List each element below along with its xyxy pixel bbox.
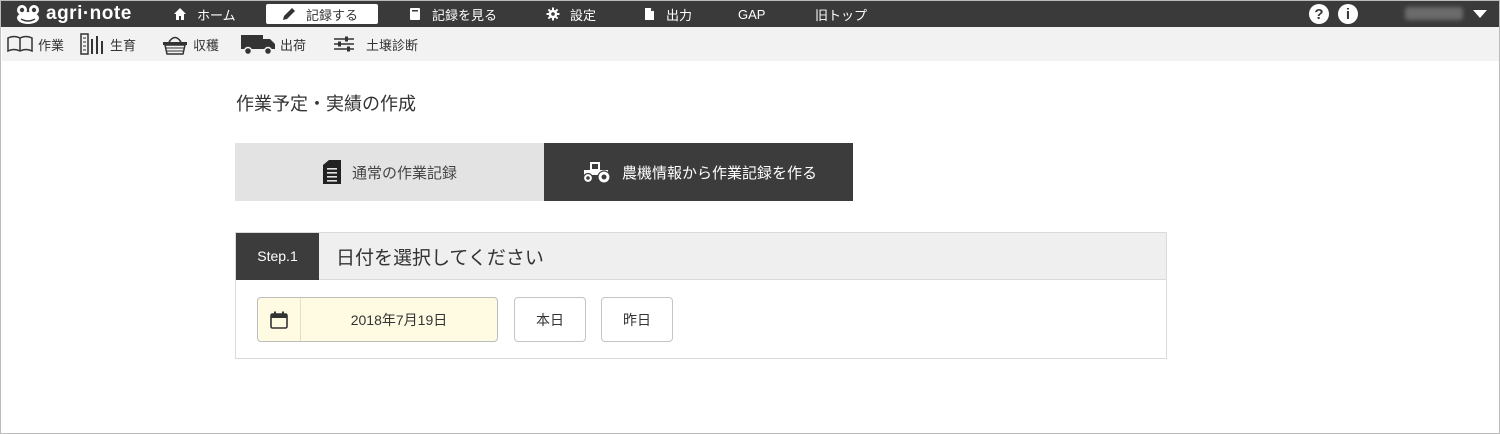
help-icon: ? <box>1309 4 1329 24</box>
page-title: 作業予定・実績の作成 <box>236 94 416 115</box>
top-nav-bar: agri·note ホーム 記録する 記録を見る 設定 出力 GAP 旧トップ … <box>1 1 1499 27</box>
nav-output[interactable]: 出力 <box>642 4 692 24</box>
nav-gap[interactable]: GAP <box>738 4 765 24</box>
tab-machine-record[interactable]: 農機情報から作業記録を作る <box>544 143 853 201</box>
step-1-panel: Step.1 日付を選択してください 2018年7月19日 本日 昨日 <box>235 232 1167 359</box>
user-menu-caret-icon[interactable] <box>1473 10 1487 18</box>
truck-icon <box>241 35 275 55</box>
today-button[interactable]: 本日 <box>514 297 586 342</box>
date-picker-field[interactable]: 2018年7月19日 <box>257 297 498 342</box>
subnav-growth[interactable]: 生育 <box>80 27 136 61</box>
step-title: 日付を選択してください <box>336 246 544 269</box>
record-type-tabs: 通常の作業記録 農機情報から作業記録を作る <box>235 143 853 201</box>
app-frame: agri·note ホーム 記録する 記録を見る 設定 出力 GAP 旧トップ … <box>0 0 1500 434</box>
help-button[interactable]: ? <box>1309 4 1329 24</box>
gear-icon <box>546 7 560 21</box>
sub-nav-bar: 作業 生育 収穫 出荷 土壌診断 <box>2 27 1499 61</box>
frog-logo-icon <box>17 5 39 24</box>
calendar-button[interactable] <box>258 298 301 341</box>
subnav-soil-label: 土壌診断 <box>366 38 419 54</box>
calendar-icon <box>270 311 288 329</box>
step-1-header: Step.1 日付を選択してください <box>236 232 1166 280</box>
nav-old-top[interactable]: 旧トップ <box>815 4 867 24</box>
tractor-icon <box>582 162 611 184</box>
subnav-harvest-label: 収穫 <box>193 38 220 54</box>
subnav-work-label: 作業 <box>38 38 65 54</box>
nav-view-records[interactable]: 記録を見る <box>408 4 497 24</box>
sliders-icon <box>334 36 354 52</box>
subnav-shipping-label: 出荷 <box>280 38 307 54</box>
subnav-shipping[interactable]: 出荷 <box>240 27 306 61</box>
basket-icon <box>163 36 187 55</box>
logo-text: agri·note <box>46 3 132 24</box>
subnav-soil[interactable]: 土壌診断 <box>332 27 418 61</box>
user-name-redacted[interactable] <box>1405 7 1463 20</box>
nav-record[interactable]: 記録する <box>266 4 378 24</box>
nav-old-top-label: 旧トップ <box>815 8 868 24</box>
yesterday-button[interactable]: 昨日 <box>601 297 673 342</box>
date-value[interactable]: 2018年7月19日 <box>301 298 497 341</box>
open-book-icon <box>7 35 33 53</box>
book-icon <box>410 8 420 20</box>
nav-settings[interactable]: 設定 <box>546 4 596 24</box>
pencil-icon <box>283 8 295 20</box>
nav-settings-label: 設定 <box>570 8 597 24</box>
home-icon <box>174 8 186 20</box>
subnav-growth-label: 生育 <box>110 38 137 54</box>
nav-view-records-label: 記録を見る <box>432 8 498 24</box>
subnav-work[interactable]: 作業 <box>6 27 64 61</box>
nav-home[interactable]: ホーム <box>173 4 236 24</box>
nav-output-label: 出力 <box>666 8 693 24</box>
nav-record-label: 記録する <box>306 8 359 24</box>
nav-home-label: ホーム <box>197 8 236 24</box>
tab-normal-record[interactable]: 通常の作業記録 <box>235 143 544 201</box>
tab-machine-record-label: 農機情報から作業記録を作る <box>621 163 817 182</box>
tab-normal-record-label: 通常の作業記録 <box>351 163 457 182</box>
info-button[interactable]: i <box>1338 4 1358 24</box>
step-badge: Step.1 <box>236 232 319 280</box>
growth-bars-icon <box>80 33 103 55</box>
file-icon <box>645 8 654 20</box>
agri-note-logo[interactable]: agri·note <box>15 3 132 25</box>
document-icon <box>322 160 341 184</box>
nav-gap-label: GAP <box>738 6 766 22</box>
subnav-harvest[interactable]: 収穫 <box>161 27 219 61</box>
info-icon: i <box>1338 4 1358 24</box>
